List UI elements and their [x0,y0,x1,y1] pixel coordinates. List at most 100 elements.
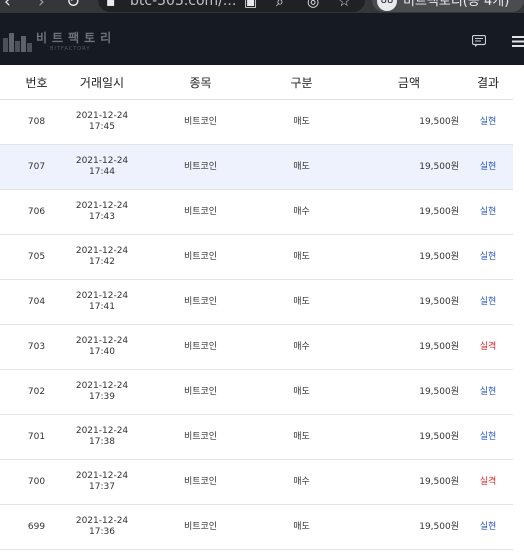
trade-date: 2021-12-24 [75,516,129,526]
trade-time: 17:37 [89,482,115,492]
trade-number: 701 [0,414,73,460]
site-info-icon[interactable]: ▪ [106,0,116,11]
logo-text[interactable]: 비트팩토리 [36,31,116,45]
trade-side: 매도 [270,99,333,145]
column-header-result: 결과 [463,65,513,100]
trade-side: 매수 [270,459,333,505]
table-row[interactable]: 703 2021-12-24 17:40 비트코인 매수 19,500원 실격 [0,324,513,370]
install-icon[interactable]: ▣ [244,0,257,11]
trade-datetime: 2021-12-24 17:43 [73,189,131,235]
chat-icon[interactable] [472,35,486,47]
trade-time: 17:44 [89,167,115,177]
trade-result: 실현 [463,189,513,235]
trade-asset: 비트코인 [131,99,270,145]
trade-datetime: 2021-12-24 17:38 [73,414,131,460]
trade-date: 2021-12-24 [75,246,129,256]
trade-date: 2021-12-24 [75,291,129,301]
trade-amount: 19,500원 [333,99,463,145]
trade-amount: 19,500원 [333,414,463,460]
menu-icon[interactable] [512,36,524,47]
trade-side: 매도 [270,279,333,325]
trade-asset: 비트코인 [131,189,270,235]
url-text[interactable]: btc-505.com/... [130,0,236,10]
trade-date: 2021-12-24 [75,156,129,166]
trade-result: 실현 [463,504,513,550]
site-header: 비트팩토리 BITFACTORY [0,13,524,65]
trade-number: 702 [0,369,73,415]
trade-side: 매도 [270,414,333,460]
table-row[interactable]: 699 2021-12-24 17:36 비트코인 매도 19,500원 실현 [0,504,513,550]
trade-datetime: 2021-12-24 17:41 [73,279,131,325]
trade-amount: 19,500원 [333,279,463,325]
trade-number: 703 [0,324,73,370]
trade-side: 매도 [270,234,333,280]
reload-icon[interactable]: ↻ [66,0,80,11]
trade-date: 2021-12-24 [75,111,129,121]
trade-number: 708 [0,99,73,145]
table-row[interactable]: 701 2021-12-24 17:38 비트코인 매도 19,500원 실현 [0,414,513,460]
trade-datetime: 2021-12-24 17:36 [73,504,131,550]
trade-datetime: 2021-12-24 17:40 [73,324,131,370]
trade-asset: 비트코인 [131,504,270,550]
trade-amount: 19,500원 [333,504,463,550]
trade-side: 매수 [270,189,333,235]
trade-date: 2021-12-24 [75,471,129,481]
trade-amount: 19,500원 [333,144,463,190]
trade-date: 2021-12-24 [75,201,129,211]
trade-time: 17:45 [89,122,115,132]
trade-result: 실현 [463,144,513,190]
trade-number: 705 [0,234,73,280]
table-row[interactable]: 704 2021-12-24 17:41 비트코인 매도 19,500원 실현 [0,279,513,325]
trade-result: 실현 [463,99,513,145]
trade-asset: 비트코인 [131,144,270,190]
logo-subtitle: BITFACTORY [50,46,91,52]
trade-result: 실격 [463,459,513,505]
trade-result: 실격 [463,324,513,370]
trade-time: 17:39 [89,392,115,402]
column-header-amount: 금액 [333,65,463,100]
table-row[interactable]: 706 2021-12-24 17:43 비트코인 매수 19,500원 실현 [0,189,513,235]
trade-side: 매도 [270,504,333,550]
trade-number: 706 [0,189,73,235]
trade-time: 17:41 [89,302,115,312]
trade-amount: 19,500원 [333,324,463,370]
trade-time: 17:38 [89,437,115,447]
table-row[interactable]: 707 2021-12-24 17:44 비트코인 매도 19,500원 실현 [0,144,513,190]
trade-datetime: 2021-12-24 17:42 [73,234,131,280]
trade-amount: 19,500원 [333,369,463,415]
trade-number: 700 [0,459,73,505]
table-row[interactable]: 705 2021-12-24 17:42 비트코인 매도 19,500원 실현 [0,234,513,280]
forward-icon[interactable]: › [38,0,45,11]
privacy-icon[interactable]: ◎ [307,0,319,11]
back-icon[interactable]: ‹ [4,0,11,11]
star-icon[interactable]: ☆ [338,0,351,11]
column-header-number: 번호 [0,65,73,100]
table-header-row: 번호 거래일시 종목 구분 금액 결과 [0,65,513,100]
profile-label[interactable]: 비트팩토리(공 4개) [403,0,509,10]
table-row[interactable]: 700 2021-12-24 17:37 비트코인 매수 19,500원 실격 [0,459,513,505]
trade-amount: 19,500원 [333,459,463,505]
trade-time: 17:42 [89,257,115,267]
table-row[interactable]: 708 2021-12-24 17:45 비트코인 매도 19,500원 실현 [0,99,513,145]
logo-icon [3,33,32,52]
trade-result: 실현 [463,234,513,280]
trade-table: 번호 거래일시 종목 구분 금액 결과 708 2021-12-24 17:45 비트… [0,65,513,550]
table-row[interactable]: 702 2021-12-24 17:39 비트코인 매도 19,500원 실현 [0,369,513,415]
trade-date: 2021-12-24 [75,381,129,391]
trade-asset: 비트코인 [131,459,270,505]
trade-time: 17:40 [89,347,115,357]
trade-time: 17:36 [89,527,115,537]
trade-side: 매도 [270,144,333,190]
trade-amount: 19,500원 [333,189,463,235]
trade-datetime: 2021-12-24 17:44 [73,144,131,190]
column-header-datetime: 거래일시 [73,65,131,100]
trade-result: 실현 [463,414,513,460]
column-header-asset: 종목 [131,65,270,100]
trade-asset: 비트코인 [131,414,270,460]
trade-side: 매도 [270,369,333,415]
trade-asset: 비트코인 [131,279,270,325]
zoom-icon[interactable]: ⌕ [276,0,284,11]
trade-time: 17:43 [89,212,115,222]
trade-date: 2021-12-24 [75,426,129,436]
trade-result: 실현 [463,279,513,325]
